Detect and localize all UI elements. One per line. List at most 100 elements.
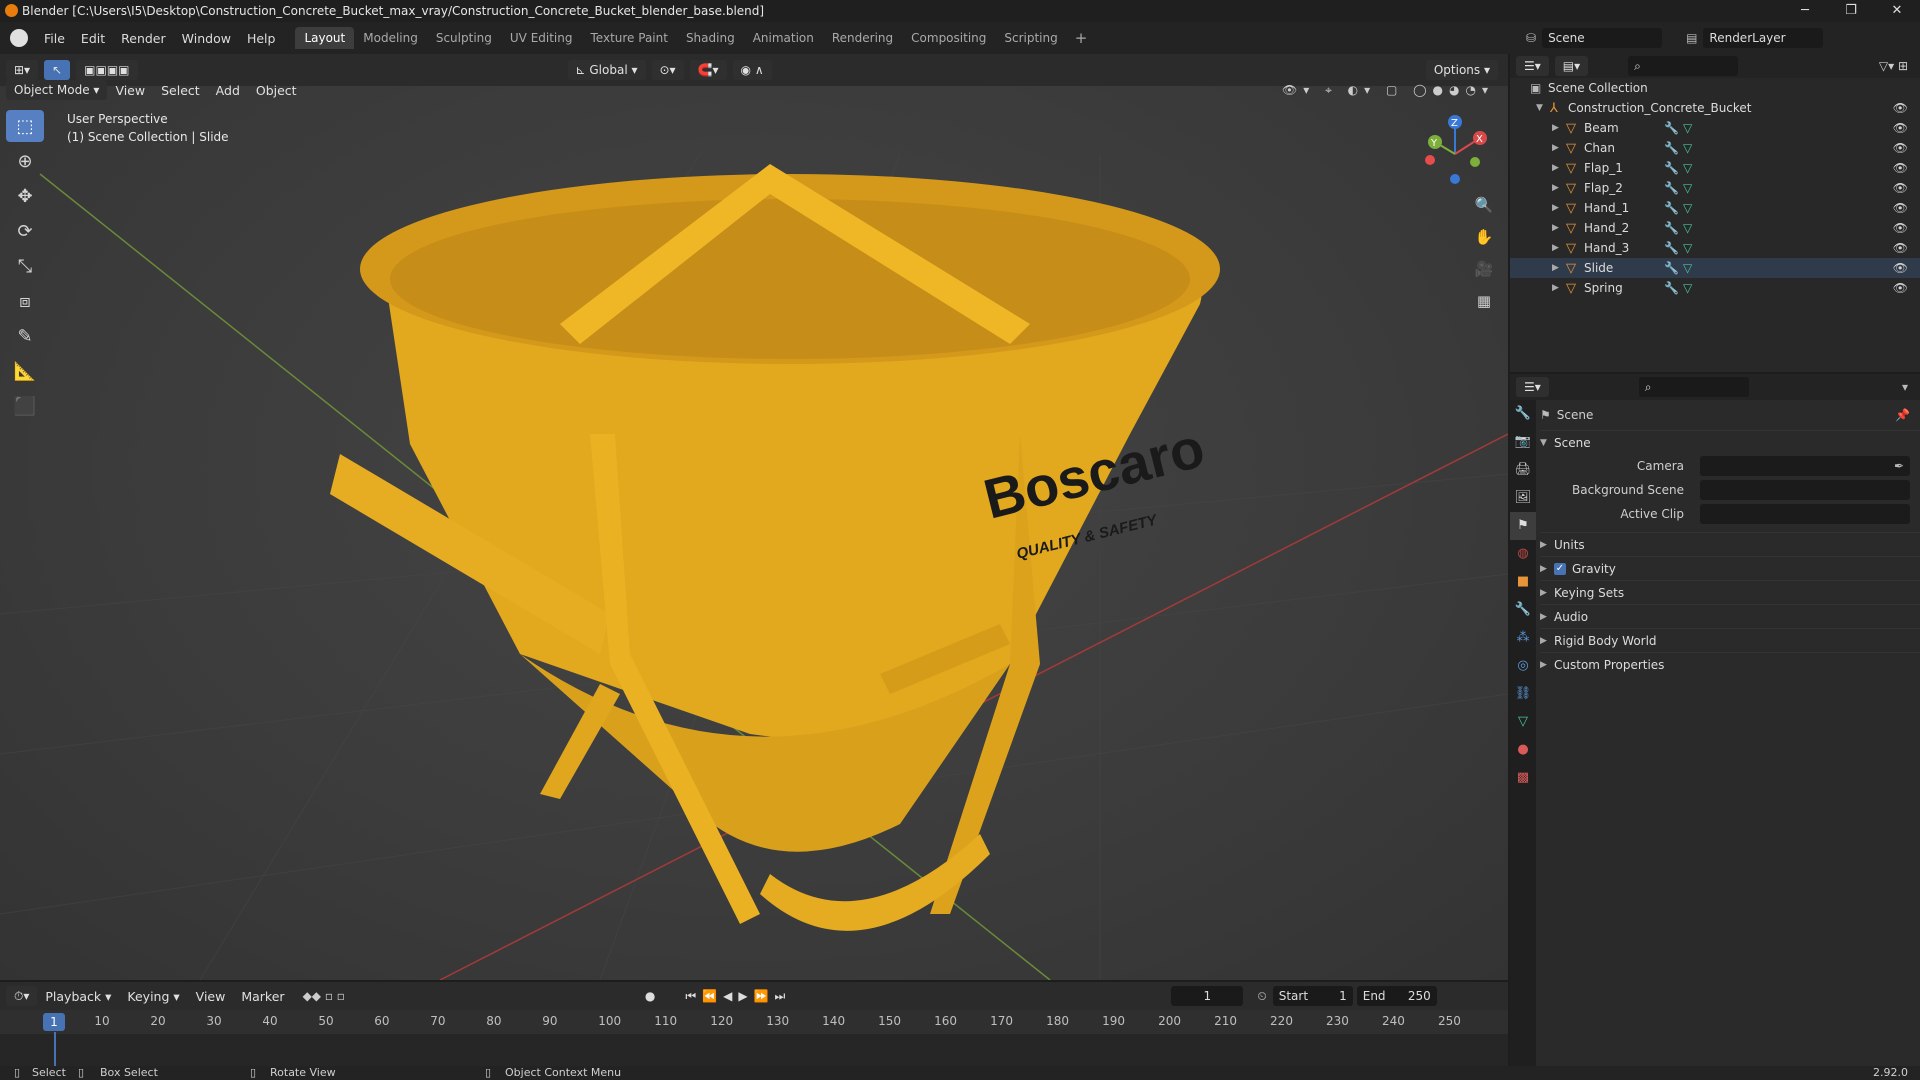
outliner-object-row[interactable]: ▶ ▽ Hand_1 🔧 ▽ 👁: [1510, 198, 1920, 218]
shading-mode-icons[interactable]: 👁▾ ⌖ ◐▾ ▢ ◯●◕◔▾: [1282, 83, 1494, 98]
timeline-editor-type-icon[interactable]: ⏱▾: [6, 986, 38, 1006]
view-layer-field[interactable]: RenderLayer: [1703, 28, 1824, 48]
select-box-tool-icon[interactable]: ⬚: [6, 110, 44, 142]
outliner-search-input[interactable]: ⌕: [1628, 56, 1739, 76]
record-button[interactable]: ●: [645, 989, 655, 1003]
timeline-menu-playback[interactable]: Playback ▾: [37, 989, 119, 1004]
outliner-collection-row[interactable]: ▼ ⅄ Construction_Concrete_Bucket 👁: [1510, 98, 1920, 118]
viewport-menu-add[interactable]: Add: [208, 83, 248, 98]
modifier-wrench-icon[interactable]: 🔧: [1664, 141, 1679, 155]
3d-viewport[interactable]: Boscaro QUALITY & SAFETY Z X Y: [0, 54, 1508, 980]
move-tool-icon[interactable]: ✥: [6, 180, 44, 212]
menu-help[interactable]: Help: [239, 31, 284, 46]
active-clip-field[interactable]: [1700, 504, 1910, 524]
end-frame-field[interactable]: End 250: [1356, 986, 1437, 1006]
modifier-tab-icon[interactable]: 🔧: [1510, 596, 1536, 624]
pan-hand-icon[interactable]: ✋: [1470, 228, 1498, 260]
menu-edit[interactable]: Edit: [73, 31, 113, 46]
mesh-data-icon[interactable]: ▽: [1683, 281, 1692, 295]
panel-scene[interactable]: ▼ Scene: [1540, 430, 1920, 454]
outliner-object-row[interactable]: ▶ ▽ Hand_3 🔧 ▽ 👁: [1510, 238, 1920, 258]
panel-audio[interactable]: ▶ Audio: [1540, 604, 1920, 628]
visibility-eye-icon[interactable]: 👁: [1893, 261, 1908, 275]
expand-arrow-icon[interactable]: ▶: [1552, 243, 1566, 253]
menu-render[interactable]: Render: [113, 31, 174, 46]
menu-file[interactable]: File: [36, 31, 73, 46]
outliner-editor-type-icon[interactable]: ☰▾: [1516, 56, 1549, 76]
expand-arrow-icon[interactable]: ▶: [1552, 183, 1566, 193]
tab-compositing[interactable]: Compositing: [902, 27, 995, 49]
outliner-scene-collection[interactable]: ▣ Scene Collection: [1510, 78, 1920, 98]
menu-window[interactable]: Window: [174, 31, 239, 46]
filter-icon[interactable]: ▽▾ ⊞: [1879, 59, 1908, 73]
tab-modeling[interactable]: Modeling: [354, 27, 427, 49]
timeline-menu-marker[interactable]: Marker: [233, 989, 292, 1004]
expand-arrow-icon[interactable]: ▶: [1552, 203, 1566, 213]
outliner-object-row[interactable]: ▶ ▽ Hand_2 🔧 ▽ 👁: [1510, 218, 1920, 238]
tab-rendering[interactable]: Rendering: [823, 27, 902, 49]
object-tab-icon[interactable]: ■: [1510, 568, 1536, 596]
modifier-wrench-icon[interactable]: 🔧: [1664, 221, 1679, 235]
physics-tab-icon[interactable]: ◎: [1510, 652, 1536, 680]
expand-arrow-icon[interactable]: ▶: [1552, 143, 1566, 153]
modifier-wrench-icon[interactable]: 🔧: [1664, 181, 1679, 195]
tab-texture-paint[interactable]: Texture Paint: [582, 27, 677, 49]
tab-uv-editing[interactable]: UV Editing: [501, 27, 582, 49]
panel-rigid-body-world[interactable]: ▶ Rigid Body World: [1540, 628, 1920, 652]
expand-arrow-icon[interactable]: ▶: [1552, 283, 1566, 293]
tab-scripting[interactable]: Scripting: [995, 27, 1066, 49]
visibility-eye-icon[interactable]: 👁: [1893, 281, 1908, 295]
zoom-icon[interactable]: 🔍: [1470, 196, 1498, 228]
camera-field[interactable]: ✒: [1700, 456, 1910, 476]
expand-arrow-icon[interactable]: ▶: [1552, 223, 1566, 233]
playhead[interactable]: [54, 1032, 56, 1066]
mesh-data-tab-icon[interactable]: ▽: [1510, 708, 1536, 736]
visibility-eye-icon[interactable]: 👁: [1893, 141, 1908, 155]
preview-range-icon[interactable]: ⏲: [1257, 989, 1266, 1004]
rotate-tool-icon[interactable]: ⟳: [6, 215, 44, 247]
panel-units[interactable]: ▶ Units: [1540, 532, 1920, 556]
close-button[interactable]: ✕: [1874, 0, 1920, 22]
constraints-tab-icon[interactable]: ⛓: [1510, 680, 1536, 708]
visibility-eye-icon[interactable]: 👁: [1893, 201, 1908, 215]
measure-tool-icon[interactable]: 📐: [6, 355, 44, 387]
visibility-eye-icon[interactable]: 👁: [1893, 101, 1908, 115]
background-scene-field[interactable]: [1700, 480, 1910, 500]
properties-search-input[interactable]: ⌕: [1638, 377, 1749, 397]
keyframe-icons[interactable]: ◆◆ ▫ ▫: [303, 989, 345, 1003]
gravity-checkbox[interactable]: ✓: [1554, 562, 1566, 575]
outliner-object-row[interactable]: ▶ ▽ Flap_1 🔧 ▽ 👁: [1510, 158, 1920, 178]
modifier-wrench-icon[interactable]: 🔧: [1664, 121, 1679, 135]
panel-keying-sets[interactable]: ▶ Keying Sets: [1540, 580, 1920, 604]
modifier-wrench-icon[interactable]: 🔧: [1664, 201, 1679, 215]
outliner-object-row[interactable]: ▶ ▽ Slide 🔧 ▽ 👁: [1510, 258, 1920, 278]
playback-controls[interactable]: ⏮⏪◀▶⏩⏭: [685, 989, 791, 1004]
blender-menu-icon[interactable]: [10, 29, 28, 47]
outliner-object-row[interactable]: ▶ ▽ Spring 🔧 ▽ 👁: [1510, 278, 1920, 298]
timeline-track-area[interactable]: [0, 1034, 1508, 1066]
start-frame-field[interactable]: Start 1: [1272, 986, 1353, 1006]
mode-dropdown[interactable]: Object Mode ▾: [6, 80, 108, 100]
minimize-button[interactable]: ─: [1782, 0, 1828, 22]
concrete-bucket-model[interactable]: [330, 164, 1220, 931]
current-frame-field[interactable]: 1: [1171, 986, 1244, 1006]
expand-arrow-icon[interactable]: ▶: [1552, 123, 1566, 133]
world-tab-icon[interactable]: ◍: [1510, 540, 1536, 568]
display-mode-icon[interactable]: ▤▾: [1554, 56, 1589, 76]
mesh-data-icon[interactable]: ▽: [1683, 221, 1692, 235]
viewport-menu-select[interactable]: Select: [153, 83, 208, 98]
tab-animation[interactable]: Animation: [744, 27, 823, 49]
expand-arrow-icon[interactable]: ▶: [1552, 163, 1566, 173]
tab-sculpting[interactable]: Sculpting: [427, 27, 501, 49]
mesh-data-icon[interactable]: ▽: [1683, 261, 1692, 275]
texture-tab-icon[interactable]: ▩: [1510, 764, 1536, 792]
mesh-data-icon[interactable]: ▽: [1683, 241, 1692, 255]
camera-view-icon[interactable]: 🎥: [1470, 260, 1498, 292]
mesh-data-icon[interactable]: ▽: [1683, 181, 1692, 195]
eyedropper-icon[interactable]: ✒: [1894, 456, 1904, 476]
annotate-tool-icon[interactable]: ✎: [6, 320, 44, 352]
ortho-grid-icon[interactable]: ▦: [1470, 292, 1498, 324]
properties-editor-type-icon[interactable]: ☰▾: [1516, 377, 1549, 397]
modifier-wrench-icon[interactable]: 🔧: [1664, 241, 1679, 255]
outliner-object-row[interactable]: ▶ ▽ Beam 🔧 ▽ 👁: [1510, 118, 1920, 138]
